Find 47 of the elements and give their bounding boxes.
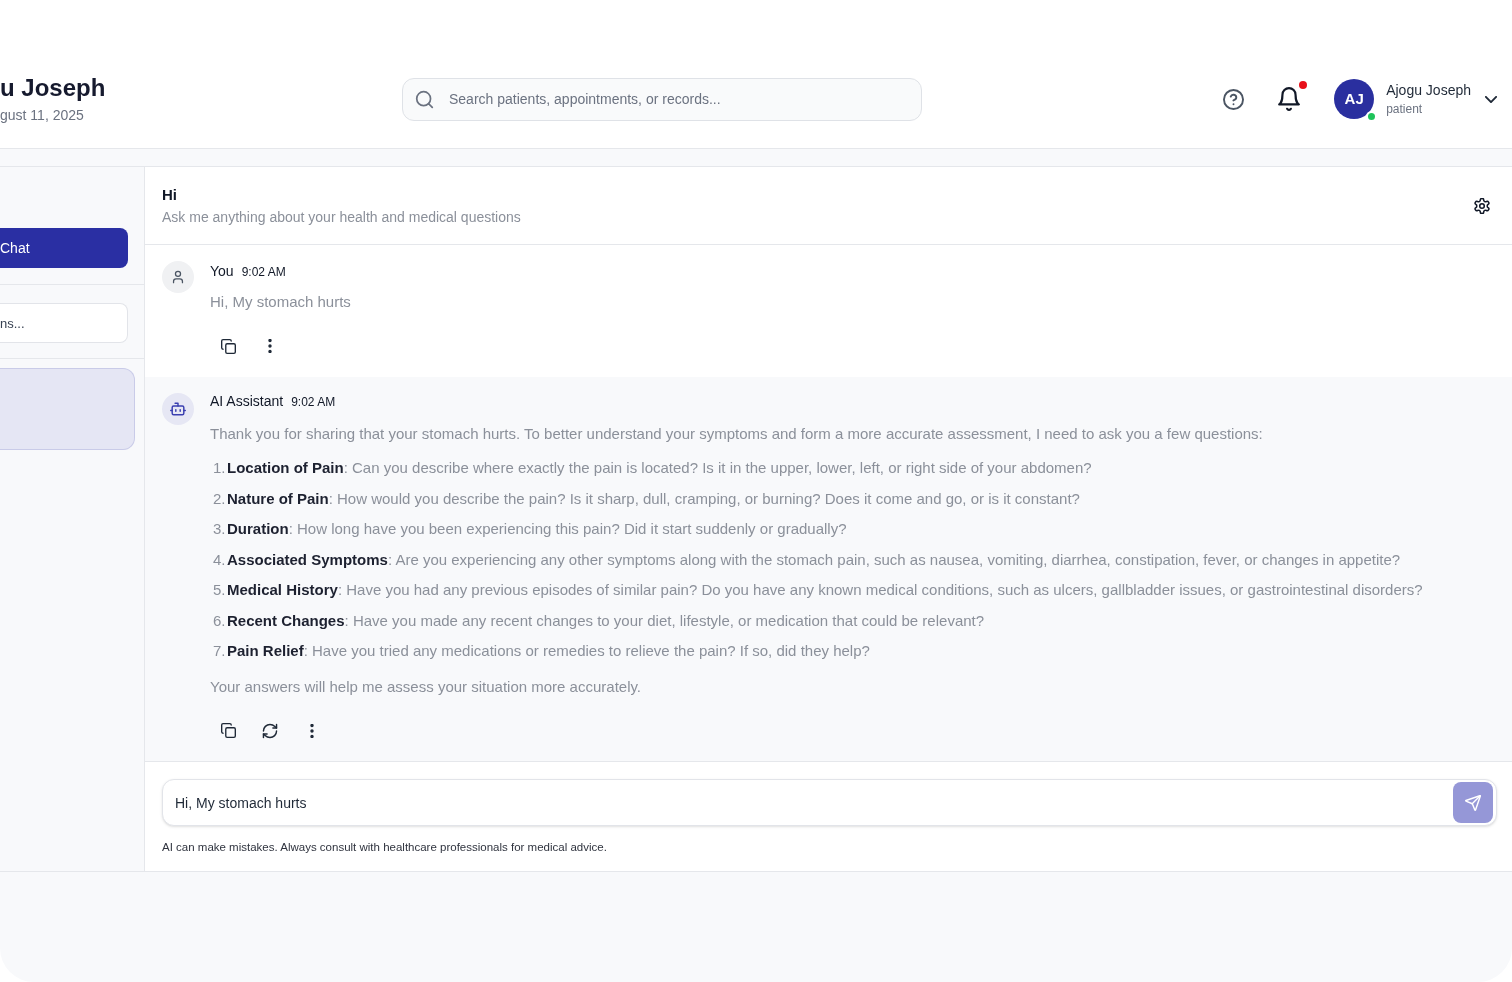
author-name: You <box>210 262 234 281</box>
message-time: 9:02 AM <box>241 264 286 281</box>
date-text: gust 11, 2025 <box>0 106 85 125</box>
list-number: 2. <box>212 488 225 509</box>
list-item-text: Location of Pain: Can you describe where exactly the pain is located? Is it in the upper, lower, left, or right side of your abdomen? <box>227 458 1092 478</box>
list-number: 7. <box>212 641 225 661</box>
help-icon[interactable] <box>1223 88 1245 110</box>
author-name: AI Assistant <box>210 392 284 411</box>
list-item-text: Recent Changes: Have you made any recent changes to your diet, lifestyle, or medication that could be relevant? <box>227 610 985 631</box>
search-field[interactable]: Search patients, appointments, or records... <box>402 77 922 121</box>
message-time: 9:02 AM <box>291 394 336 411</box>
list-number: 6. <box>212 610 225 631</box>
message-input[interactable]: Hi, My stomach hurts <box>162 779 1497 826</box>
list-item-text: Pain Relief: Have you tried any medications or remedies to relieve the pain? If so, did they help? <box>227 641 870 661</box>
list-item-text: Medical History: Have you had any previous episodes of similar pain? Do you have any known medical conditions, such as ulcers, gallbladder issues, or gastrointestinal disorders? <box>227 580 1423 600</box>
new-chat-button[interactable]: Chat <box>0 228 128 268</box>
chat-subtitle: Ask me anything about your health and medical questions <box>162 207 521 227</box>
robot-icon <box>170 402 186 416</box>
list-item-text: Nature of Pain: How would you describe the pain? Is it sharp, dull, cramping, or burning? Does it come and go, or is it constant? <box>227 488 1080 509</box>
message-text: Hi, My stomach hurts <box>210 292 351 312</box>
search-field[interactable]: ns... <box>0 303 128 343</box>
page-title: u Joseph <box>0 73 107 103</box>
search-icon <box>415 89 434 109</box>
user-role: patient <box>1386 101 1424 117</box>
chevron-down-icon[interactable] <box>1485 95 1497 103</box>
message-text: Your answers will help me assess your situation more accurately. <box>210 676 643 697</box>
disclaimer-text: AI can make mistakes. Always consult with healthcare professionals for medical advice. <box>162 840 608 854</box>
list-number: 4. <box>212 549 225 570</box>
list-number: 5. <box>212 580 225 600</box>
vertical-dots-icon <box>310 723 314 738</box>
send-icon <box>1465 794 1481 811</box>
bell-icon[interactable] <box>1278 87 1301 111</box>
list-number: 3. <box>212 519 225 539</box>
message-text: Thank you for sharing that your stomach hurts. To better understand your symptoms and form a more accurate assessment, I need to ask you a few questions: <box>210 424 1264 444</box>
list-item-text: Duration: How long have you been experiencing this pain? Did it start suddenly or gradually? <box>227 519 847 539</box>
refresh-icon <box>262 722 278 739</box>
user-name: Ajogu Joseph <box>1386 81 1471 99</box>
user-icon <box>171 270 185 284</box>
list-item-text: Associated Symptoms: Are you experiencing any other symptoms along with the stomach pain, such as nausea, vomiting, diarrhea, constipation, fever, or changes in appetite? <box>227 549 1401 570</box>
copy-icon <box>220 723 236 738</box>
copy-icon <box>220 338 236 354</box>
send-button[interactable] <box>1453 782 1493 823</box>
chat-title: Hi <box>162 184 178 205</box>
settings-icon[interactable] <box>1474 197 1490 214</box>
user-avatar[interactable]: AJ <box>1334 79 1375 119</box>
vertical-dots-icon <box>268 339 272 353</box>
list-number: 1. <box>212 458 225 478</box>
